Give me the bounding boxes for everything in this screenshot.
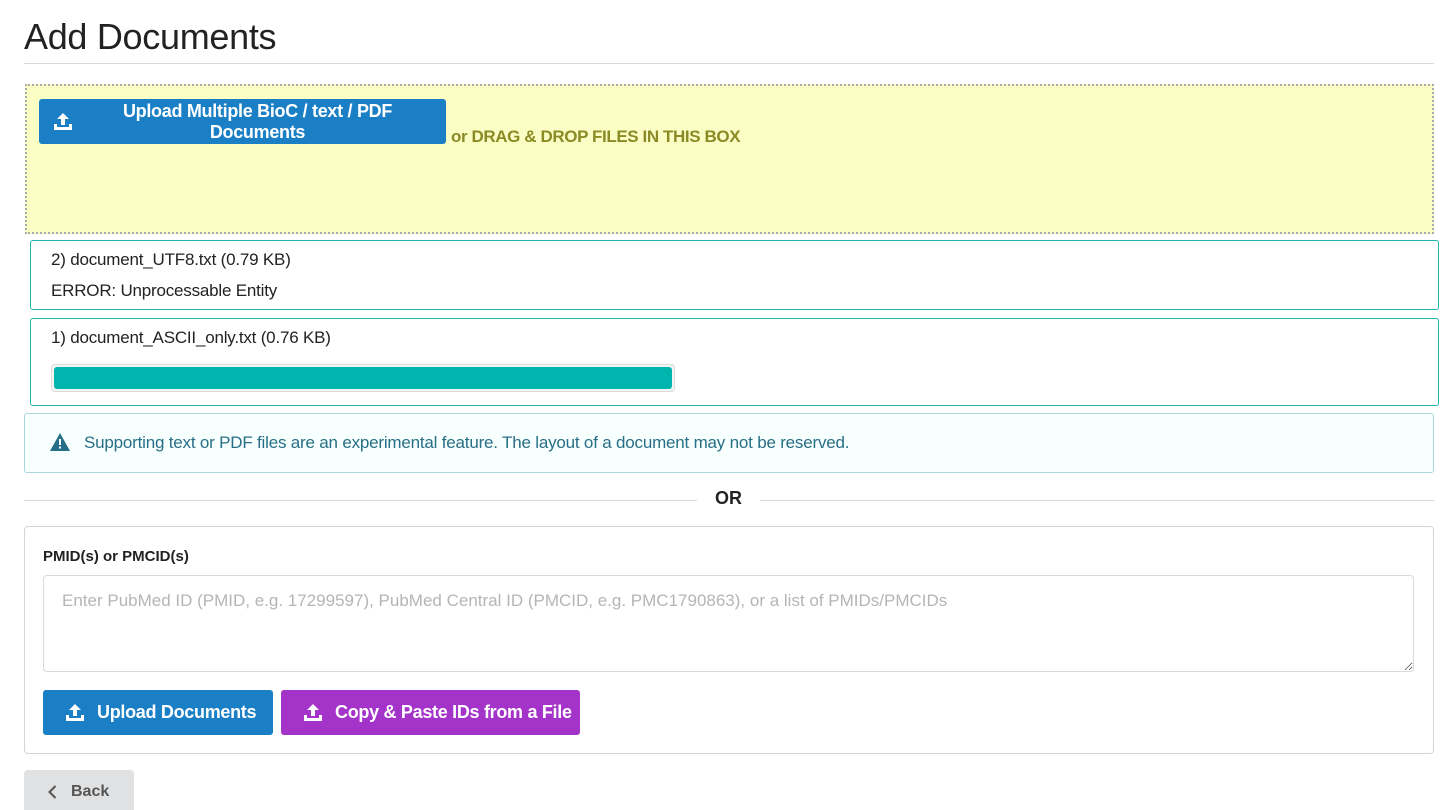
upload-documents-label: Upload Documents bbox=[97, 702, 257, 722]
file-list-item: 1) document_ASCII_only.txt (0.76 KB) bbox=[30, 318, 1439, 406]
back-button[interactable]: Back bbox=[24, 770, 134, 810]
drag-drop-hint: or DRAG & DROP FILES IN THIS BOX bbox=[451, 127, 741, 146]
copy-paste-ids-label: Copy & Paste IDs from a File bbox=[335, 702, 572, 722]
upload-icon bbox=[304, 703, 322, 721]
divider-line bbox=[24, 500, 697, 501]
copy-paste-ids-button[interactable]: Copy & Paste IDs from a File bbox=[281, 690, 580, 735]
title-divider bbox=[24, 63, 1434, 64]
upload-multiple-documents-button[interactable]: Upload Multiple BioC / text / PDF Docume… bbox=[39, 99, 446, 144]
page-title: Add Documents bbox=[24, 16, 277, 57]
pmid-textarea[interactable] bbox=[43, 575, 1414, 672]
back-label: Back bbox=[71, 783, 110, 800]
upload-progress-bar bbox=[51, 364, 675, 392]
upload-icon bbox=[66, 703, 84, 721]
divider-line bbox=[760, 500, 1434, 501]
upload-multiple-documents-label: Upload Multiple BioC / text / PDF Docume… bbox=[122, 100, 393, 142]
experimental-feature-warning: Supporting text or PDF files are an expe… bbox=[24, 413, 1434, 473]
warning-triangle-icon bbox=[50, 433, 70, 451]
warning-text: Supporting text or PDF files are an expe… bbox=[84, 433, 850, 452]
upload-progress-fill bbox=[54, 367, 672, 389]
upload-icon bbox=[54, 112, 72, 130]
pmid-input-panel: PMID(s) or PMCID(s) Upload Documents Cop… bbox=[24, 526, 1434, 754]
add-documents-page: Add Documents Upload Multiple BioC / tex… bbox=[0, 0, 1450, 810]
pmid-field-label: PMID(s) or PMCID(s) bbox=[43, 548, 189, 565]
file-list-item: 2) document_UTF8.txt (0.79 KB) ERROR: Un… bbox=[30, 240, 1439, 310]
file-name: 2) document_UTF8.txt (0.79 KB) bbox=[51, 250, 291, 269]
or-divider: OR bbox=[24, 487, 1434, 511]
file-name: 1) document_ASCII_only.txt (0.76 KB) bbox=[51, 328, 331, 347]
upload-documents-button[interactable]: Upload Documents bbox=[43, 690, 273, 735]
file-drop-zone[interactable]: Upload Multiple BioC / text / PDF Docume… bbox=[25, 84, 1434, 234]
or-label: OR bbox=[715, 488, 742, 508]
file-error-message: ERROR: Unprocessable Entity bbox=[51, 281, 278, 300]
chevron-left-icon bbox=[48, 785, 57, 799]
